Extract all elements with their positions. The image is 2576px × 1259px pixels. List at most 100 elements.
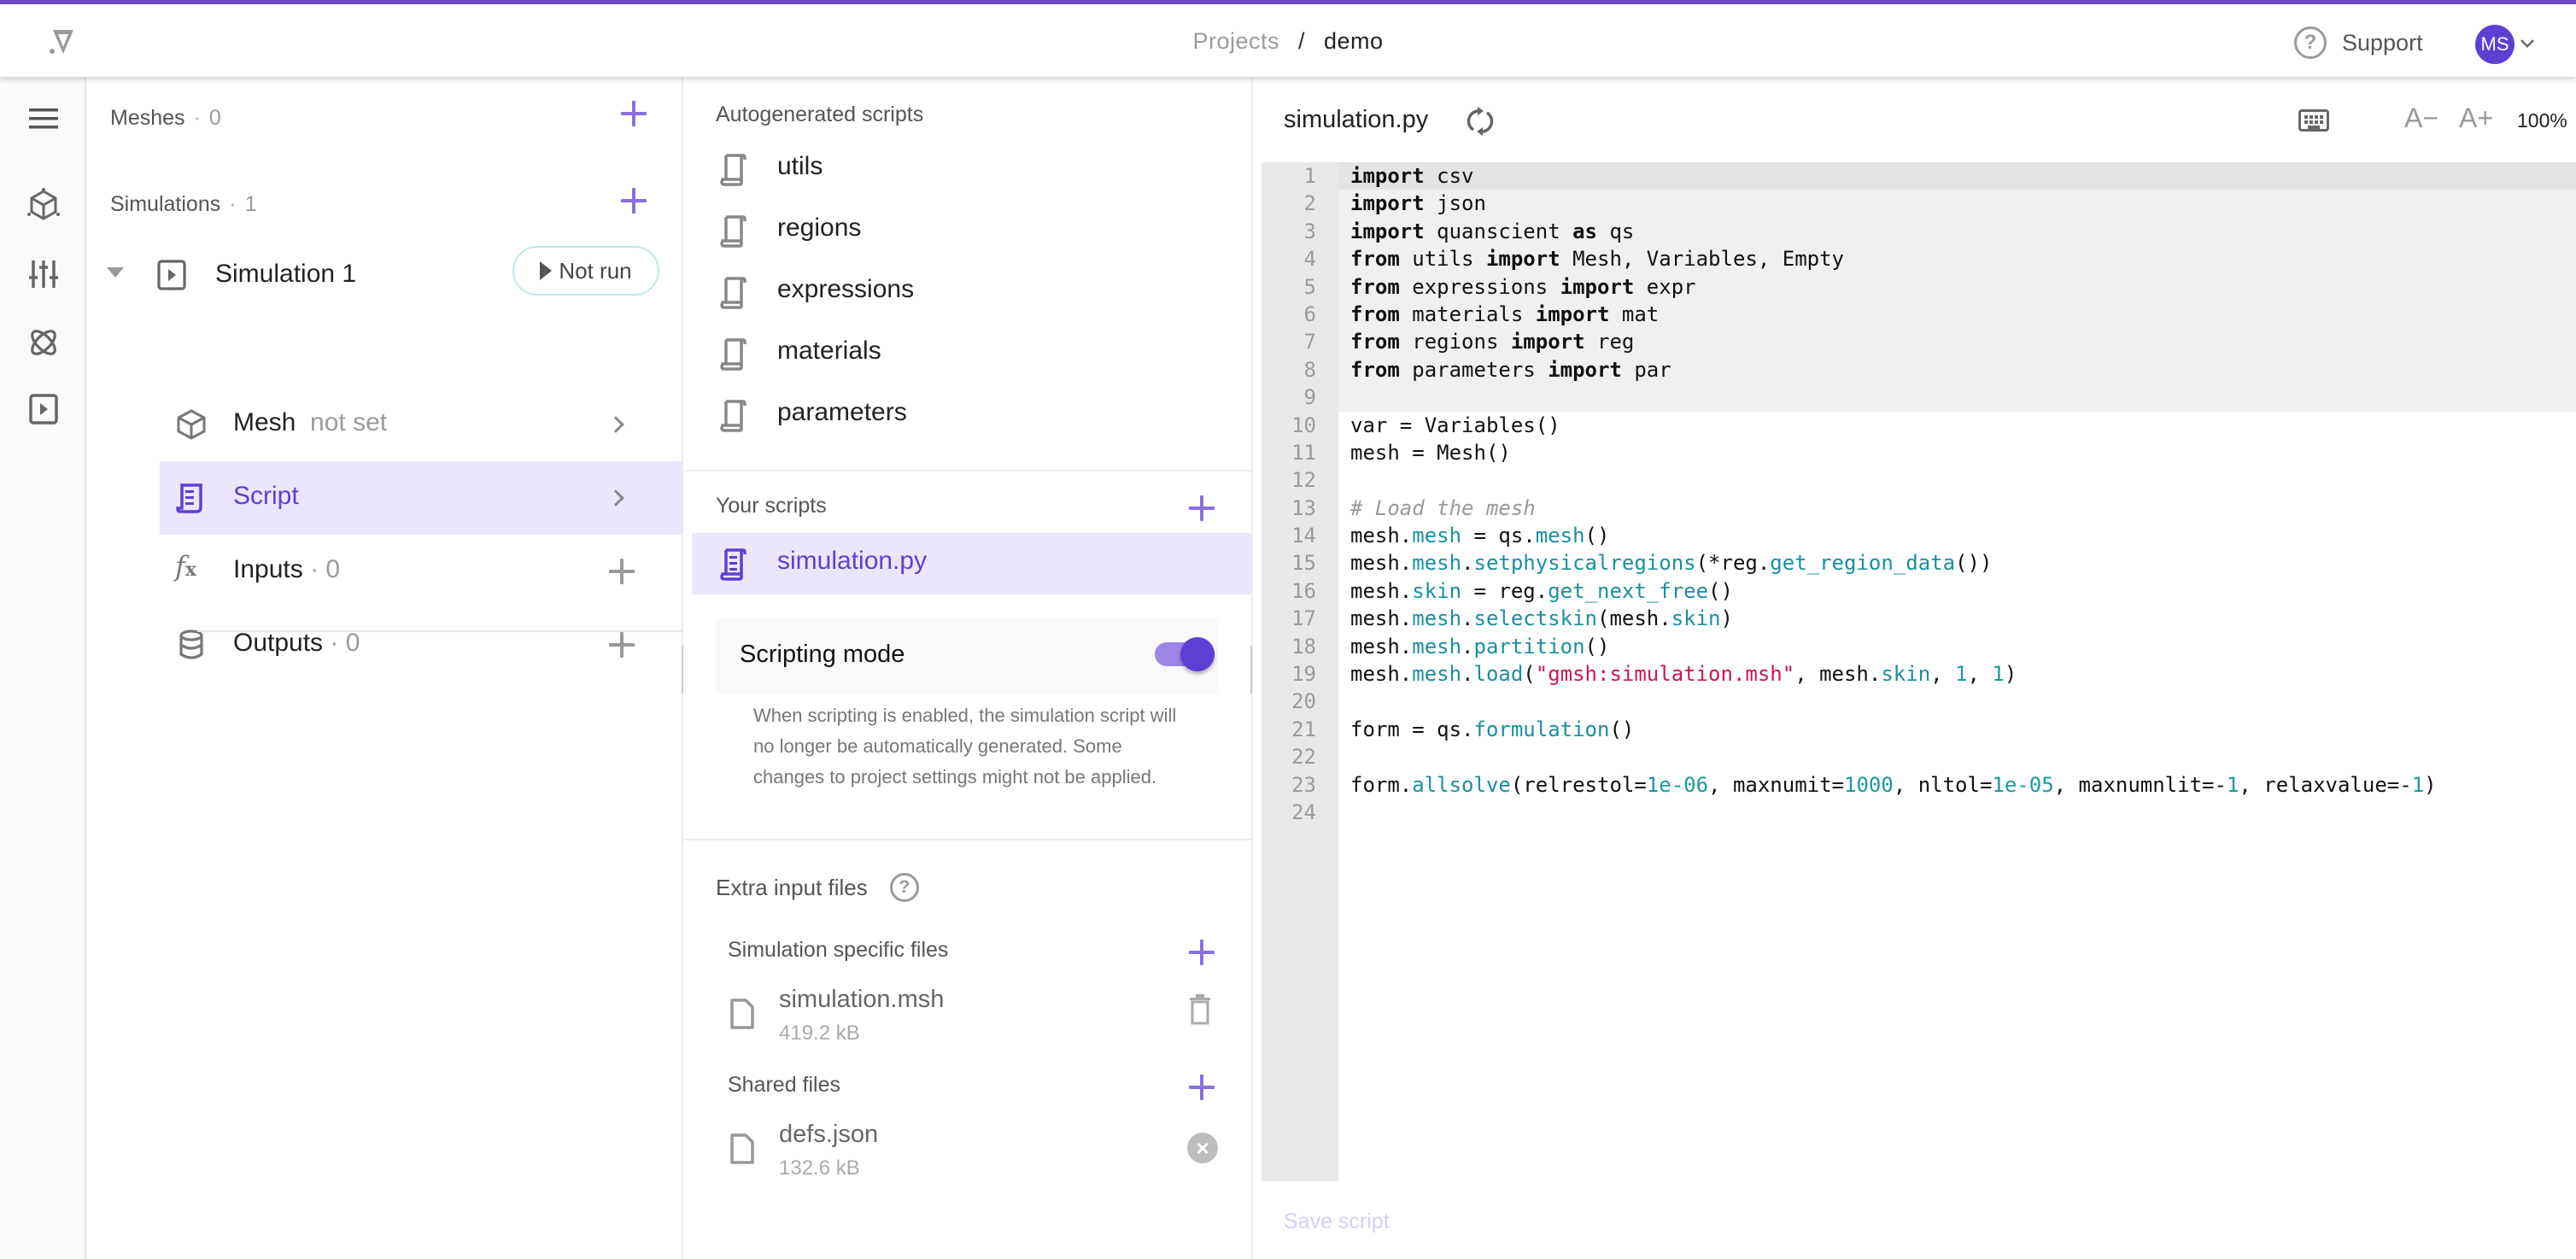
code-line[interactable]: 15 mesh.mesh.setphysicalregions(*reg.get_…: [1262, 549, 2576, 577]
code-line[interactable]: 12: [1262, 466, 2576, 494]
code-token: mesh: [1535, 524, 1585, 548]
code-token: import: [1535, 302, 1610, 326]
script-item-parameters[interactable]: parameters: [692, 384, 1251, 446]
trash-icon[interactable]: [1189, 994, 1211, 1025]
save-script-button[interactable]: Save script: [1284, 1209, 1390, 1234]
rail-simulations-button[interactable]: [24, 389, 63, 429]
script-icon: [720, 154, 746, 186]
script-name: utils: [777, 152, 823, 180]
font-decrease-button[interactable]: A−: [2404, 102, 2438, 134]
code-line[interactable]: 13 # Load the mesh: [1262, 495, 2576, 522]
code-line[interactable]: 5 from expressions import expr: [1262, 273, 2576, 301]
line-text: from regions import reg: [1350, 328, 1634, 355]
atom-icon: [31, 330, 56, 355]
code-token: Mesh, Variables, Empty: [1560, 247, 1844, 272]
add-output-button[interactable]: [609, 632, 635, 658]
code-line[interactable]: 11 mesh = Mesh(): [1262, 439, 2576, 466]
code-line[interactable]: 14 mesh.mesh = qs.mesh(): [1262, 522, 2576, 549]
code-line[interactable]: 1 import csv: [1262, 162, 2576, 190]
line-text: import quanscient as qs: [1350, 218, 1634, 245]
file-name: simulation.msh: [779, 986, 945, 1013]
code-token: import: [1510, 330, 1585, 354]
remove-file-icon[interactable]: ×: [1187, 1133, 1218, 1163]
hamburger-menu-button[interactable]: [24, 99, 63, 138]
rail-settings-button[interactable]: [24, 255, 63, 294]
line-number: 15: [1291, 551, 1316, 576]
chevron-right-icon[interactable]: [607, 416, 624, 433]
code-token: 1: [2411, 772, 2425, 797]
breadcrumb-projects[interactable]: Projects: [1192, 28, 1279, 54]
tree-item-mesh[interactable]: Mesh not set: [160, 388, 682, 461]
line-text: var = Variables(): [1350, 412, 1560, 439]
tree-item-inputs[interactable]: fx Inputs · 0: [160, 535, 682, 608]
simulations-count: 1: [244, 192, 257, 216]
add-shared-file-button[interactable]: [1189, 1075, 1215, 1100]
code-token: mesh = Mesh(): [1350, 440, 1511, 465]
code-area[interactable]: 1 import csv 2 import json 3 import quanscien…: [1262, 162, 2576, 1181]
code-line[interactable]: 20: [1262, 688, 2576, 715]
line-text: form.allsolve(relrestol=1e-06, maxnumit=…: [1350, 771, 2437, 799]
script-item-regions[interactable]: regions: [692, 200, 1251, 261]
user-avatar[interactable]: MS: [2475, 25, 2515, 64]
font-increase-button[interactable]: A+: [2459, 102, 2493, 134]
code-line[interactable]: 4 from utils import Mesh, Variables, Empt…: [1262, 245, 2576, 272]
code-line[interactable]: 16 mesh.skin = reg.get_next_free(): [1262, 577, 2576, 605]
add-simulation-button[interactable]: [621, 188, 647, 214]
code-line[interactable]: 6 from materials import mat: [1262, 301, 2576, 328]
code-line[interactable]: 17 mesh.mesh.selectskin(mesh.skin): [1262, 605, 2576, 632]
code-line[interactable]: 24: [1262, 799, 2576, 826]
app-root: Projects / demo ? Support MS Meshes·0: [0, 0, 2576, 1259]
breadcrumb-separator: /: [1297, 28, 1305, 54]
caret-down-icon[interactable]: [107, 267, 124, 278]
add-input-button[interactable]: [609, 559, 635, 584]
simulations-label: Simulations: [110, 192, 221, 216]
refresh-icon[interactable]: [1463, 104, 1497, 138]
chevron-right-icon[interactable]: [607, 489, 624, 507]
script-item-materials[interactable]: materials: [692, 323, 1251, 384]
code-token: 1e-06: [1646, 772, 1709, 797]
rail-physics-button[interactable]: [24, 323, 63, 362]
code-line[interactable]: 7 from regions import reg: [1262, 328, 2576, 355]
help-icon[interactable]: ?: [889, 873, 919, 902]
rail-geometry-button[interactable]: [24, 185, 63, 225]
code-token: expr: [1634, 274, 1696, 299]
code-token: parameters: [1399, 357, 1549, 382]
script-item-expressions[interactable]: expressions: [692, 261, 1251, 323]
script-item-simulation-py[interactable]: simulation.py: [692, 533, 1251, 594]
line-number: 11: [1291, 440, 1316, 465]
script-item-utils[interactable]: utils: [692, 138, 1251, 200]
code-lines: 1 import csv 2 import json 3 import quanscien…: [1262, 162, 2576, 826]
code-token: reg: [1584, 330, 1635, 354]
code-line[interactable]: 19 mesh.mesh.load("gmsh:simulation.msh", …: [1262, 660, 2576, 688]
code-token: form = qs.: [1350, 717, 1474, 741]
code-token: 1e-05: [1992, 772, 2054, 797]
code-token: expressions: [1399, 274, 1560, 299]
code-line[interactable]: 21 form = qs.formulation(): [1262, 716, 2576, 743]
code-line[interactable]: 10 var = Variables(): [1262, 412, 2576, 439]
code-line[interactable]: 22: [1262, 743, 2576, 770]
scripting-mode-toggle[interactable]: [1155, 637, 1215, 671]
code-token: skin: [1412, 578, 1462, 603]
code-line[interactable]: 8 from parameters import par: [1262, 356, 2576, 384]
file-name: defs.json: [779, 1121, 879, 1148]
code-token: ): [2004, 662, 2017, 687]
line-number: 18: [1291, 634, 1316, 659]
code-line[interactable]: 23 form.allsolve(relrestol=1e-06, maxnumi…: [1262, 771, 2576, 799]
code-line[interactable]: 9: [1262, 384, 2576, 411]
support-link[interactable]: ? Support: [2294, 26, 2423, 59]
tree-item-script[interactable]: Script: [160, 461, 682, 535]
run-simulation-button[interactable]: Not run: [512, 246, 659, 296]
add-sim-file-button[interactable]: [1189, 940, 1215, 965]
line-number: 17: [1291, 606, 1316, 631]
code-line[interactable]: 2 import json: [1262, 190, 2576, 217]
code-line[interactable]: 18 mesh.mesh.partition(): [1262, 633, 2576, 660]
meshes-section-header: Meshes · 0: [110, 106, 221, 130]
line-number: 13: [1291, 495, 1316, 520]
add-mesh-button[interactable]: [621, 101, 647, 126]
add-script-button[interactable]: [1189, 495, 1215, 521]
code-token: # Load the mesh: [1350, 495, 1536, 520]
code-line[interactable]: 3 import quanscient as qs: [1262, 218, 2576, 245]
inputs-count: · 0: [310, 555, 341, 583]
keyboard-shortcuts-button[interactable]: [2298, 109, 2329, 132]
tree-item-outputs[interactable]: Outputs · 0: [160, 608, 682, 682]
